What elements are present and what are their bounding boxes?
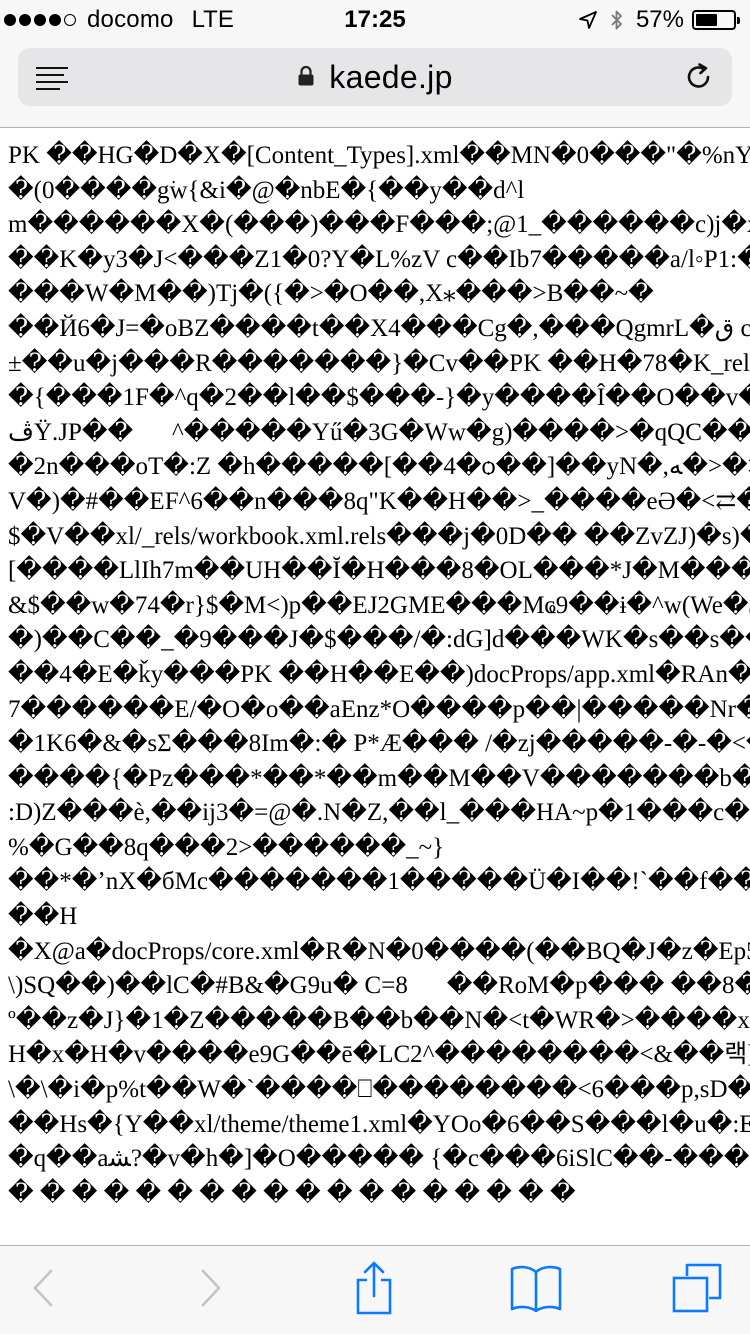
- battery-percent: 57%: [635, 6, 684, 33]
- battery-cap: [737, 17, 740, 24]
- battery-level-fill: [696, 14, 717, 26]
- raw-text-line: �(0����g͘w{&i�@�nbE�{��y��d^l: [8, 176, 525, 204]
- book-icon: [509, 1264, 563, 1317]
- raw-text-line: ﭪŸ.JP���⃞^�����Yű�3G�Ww�g)����>�qQC��D��…: [8, 418, 750, 446]
- tabs-icon: [671, 1262, 723, 1319]
- url-text: kaede.jp: [329, 58, 453, 95]
- reload-icon[interactable]: [684, 62, 714, 92]
- raw-text-line: %�G��8q���2>������_~}: [8, 833, 445, 861]
- raw-text-line: ��4�E�ǩy���PK ��H��E��)docProps/app.xml�…: [8, 660, 750, 688]
- raw-text-line: &$��w�74�r}$�M<)p��EJ2GME���Mҩ9��ɨ�^w(We…: [8, 591, 750, 619]
- raw-text-line: ��Hs�{Y��xl/theme/theme1.xml�YOo�6��S���…: [8, 1110, 750, 1138]
- raw-file-text: PK ��HG�D�X�[Content_Types].xml��MN�0���…: [8, 139, 750, 1211]
- status-right: 57%: [566, 6, 740, 34]
- url-display[interactable]: kaede.jp: [18, 48, 732, 106]
- raw-text-line: ��K�y3�J<���Z1�0?Y�L%zV c��Ib7�����a/l◦P…: [8, 245, 750, 273]
- raw-text-line: ��H: [8, 903, 78, 931]
- raw-text-line: �2n���oT�:Z �h�����[��4�ѻ��]��yN�,ﻪ�>�>�…: [8, 453, 750, 481]
- raw-text-line: �)��C��_�9���J�$���/�:dG]d���WK�s��s��<�…: [8, 626, 750, 654]
- back-button[interactable]: [0, 1246, 86, 1334]
- share-icon: [354, 1260, 394, 1321]
- address-bar[interactable]: kaede.jp: [18, 48, 732, 106]
- raw-text-line: $�V��xl/_rels/workbook.xml.rels���j�0D��…: [8, 522, 750, 550]
- raw-text-line: [����LlIh7m��UH��Ĭ�H���8�OL���*J�M���|4�…: [8, 557, 750, 585]
- chevron-left-icon: [31, 1268, 55, 1313]
- raw-text-line: º��z�J}�1�Z�����B��b��N�<t�WR�>����x��[?: [8, 1006, 750, 1034]
- raw-text-line: :D)Z���ѐ,��ij3�=@�.N�Z,��l_���HA~p�1���c…: [8, 799, 750, 827]
- raw-text-line: � � � � � � � � � � � � � � � � � �: [8, 1179, 576, 1207]
- status-bar: docomo LTE 17:25 57%: [0, 0, 750, 40]
- raw-text-line: �q��aﺸ?�v�h�]�O����� {�c���6iSlC��-�����…: [8, 1145, 750, 1173]
- battery-icon: [692, 10, 740, 30]
- raw-text-line: �X@a�docProps/core.xml�R�N�0����(��BQ�J�…: [8, 937, 750, 965]
- raw-text-line: \)SQ��)��lC�#B&�G9u� C=8�⃞��RoM�p��� ��8…: [8, 972, 750, 1000]
- bluetooth-icon: [610, 8, 624, 32]
- lock-icon: [297, 65, 315, 92]
- raw-text-line: �{���1F�^q�2��l��$���-}�y����Î��O��v�y�;…: [8, 384, 750, 412]
- bookmarks-button[interactable]: [494, 1246, 578, 1334]
- browser-navigation-bar: kaede.jp: [0, 40, 750, 128]
- raw-text-line: ��Й6�J=�oBZ����t��X4���Cg�,���QgmrL�ق c�…: [8, 314, 750, 342]
- raw-text-line: \�\�i�p%t��W�`����⎕��������<6���p,sD����…: [8, 1076, 750, 1104]
- forward-button[interactable]: [168, 1246, 254, 1334]
- raw-text-line: H�x�H�v����e9G��ē�LC2^��������<&��랙]����…: [8, 1041, 750, 1069]
- raw-text-line: ���W�M��)Tj�({�>�O��,X⁎���>B��~�: [8, 280, 654, 308]
- share-button[interactable]: [330, 1246, 418, 1334]
- web-page-content[interactable]: PK ��HG�D�X�[Content_Types].xml��MN�0���…: [0, 129, 750, 1245]
- browser-toolbar: [0, 1245, 750, 1334]
- raw-text-line: ±��u�j���R�������}�Cv��PK ��H�78�K_rels/…: [8, 349, 750, 377]
- tabs-button[interactable]: [652, 1246, 742, 1334]
- raw-text-line: ��*�ʼnX�бMc�������1�����Ü�I��!`��f����)p…: [8, 868, 750, 896]
- raw-text-line: m������X�(���)���F���;@1_������c)j�x/%��…: [8, 211, 750, 239]
- raw-text-line: �1K6�&�sΣ���8Im�:� P*Æ��� /�zj�����-�-�<…: [8, 730, 750, 758]
- raw-text-line: PK ��HG�D�X�[Content_Types].xml��MN�0���…: [8, 142, 750, 169]
- chevron-right-icon: [199, 1268, 223, 1313]
- raw-text-line: ����{�Pz���*��*��m��M��V�������b���"� LD…: [8, 764, 750, 792]
- raw-text-line: 7������E/�O�o��aEnz*O����p��|�����Nr��U�…: [8, 695, 750, 723]
- raw-text-line: V�)�#��EF^6��n���8q"K��H��>_����eӘ�<⇄�Ud…: [8, 487, 750, 515]
- location-arrow-icon: [578, 10, 598, 30]
